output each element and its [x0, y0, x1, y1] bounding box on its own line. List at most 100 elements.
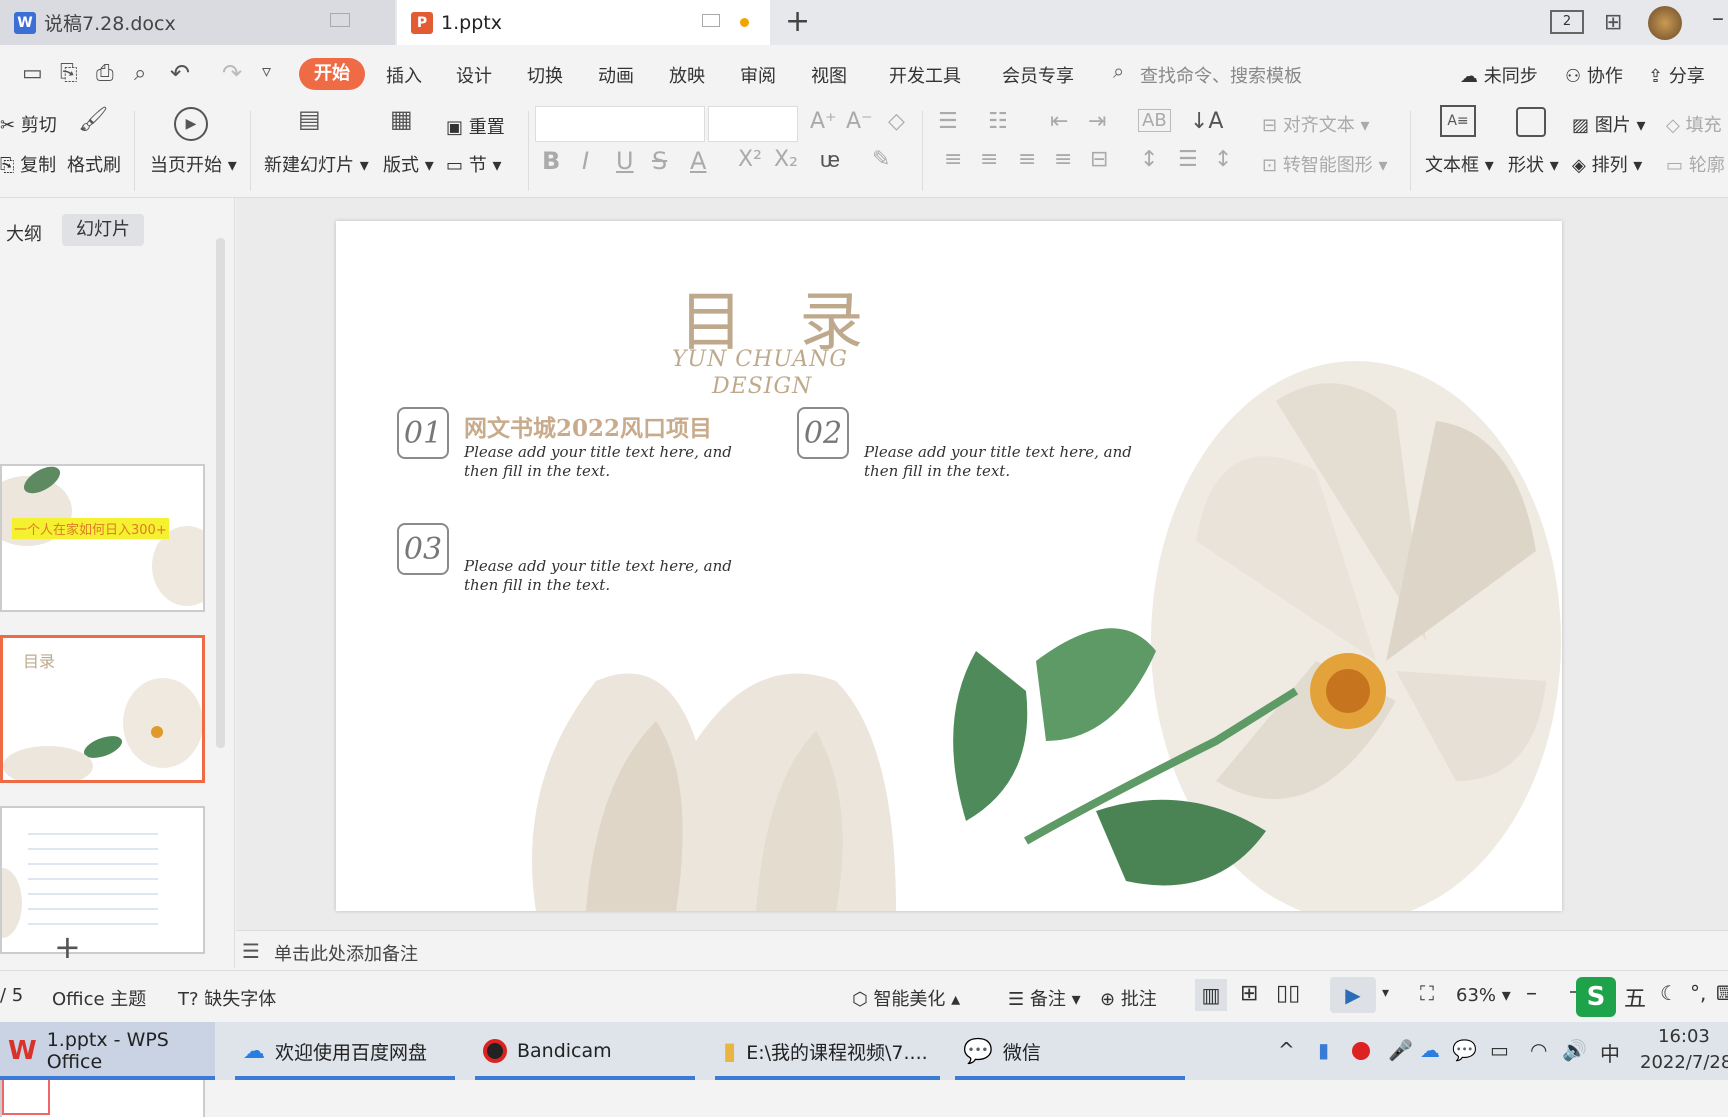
sogou-ime-icon[interactable]: S: [1576, 977, 1616, 1017]
sorter-view-icon[interactable]: ⊞: [1240, 981, 1258, 1006]
comment-button[interactable]: ⊕ 批注: [1100, 985, 1157, 1011]
font-size-select[interactable]: [708, 106, 798, 142]
punctuation-icon[interactable]: °,: [1690, 981, 1706, 1005]
missing-font-button[interactable]: T? 缺失字体: [178, 985, 276, 1011]
taskbar-explorer[interactable]: ▮ E:\我的课程视频\7....: [715, 1022, 940, 1080]
tray-expand-icon[interactable]: ^: [1278, 1038, 1295, 1062]
menu-view[interactable]: 视图: [811, 62, 847, 88]
customize-toolbar-icon[interactable]: ▿: [262, 61, 271, 82]
menu-member[interactable]: 会员专享: [1002, 62, 1074, 88]
fit-window-icon[interactable]: ⛶: [1420, 981, 1434, 1005]
sync-status[interactable]: ☁ 未同步: [1460, 62, 1538, 88]
zoom-out-icon[interactable]: –: [1526, 981, 1537, 1006]
menu-animation[interactable]: 动画: [598, 62, 634, 88]
fill-button[interactable]: ◇ 填充: [1666, 111, 1722, 137]
font-decrease-icon[interactable]: A⁻: [846, 109, 873, 134]
subscript-icon[interactable]: X₂: [774, 147, 798, 172]
taskbar-baidu[interactable]: ☁ 欢迎使用百度网盘: [235, 1022, 455, 1080]
redo-icon[interactable]: ↷: [222, 59, 242, 87]
menu-developer[interactable]: 开发工具: [889, 62, 961, 88]
smart-art-button[interactable]: ⊡ 转智能图形 ▾: [1262, 151, 1388, 177]
notes-toggle-button[interactable]: ☰ 备注 ▾: [1008, 985, 1081, 1011]
tab-docx[interactable]: W 说稿7.28.docx: [0, 0, 395, 45]
font-color-icon[interactable]: A: [690, 147, 706, 175]
align-text-button[interactable]: ⊟ 对齐文本 ▾: [1262, 111, 1370, 137]
collab-button[interactable]: ⚇ 协作: [1565, 62, 1623, 88]
reading-view-icon[interactable]: ▯▯: [1276, 981, 1300, 1006]
slide-thumbnail-2-selected[interactable]: 目录: [0, 635, 205, 783]
undo-icon[interactable]: ↶: [170, 59, 190, 87]
normal-view-icon[interactable]: ▥: [1195, 979, 1227, 1011]
slideshow-play-icon[interactable]: ▶: [1330, 977, 1376, 1013]
cut-button[interactable]: ✂ 剪切: [0, 111, 57, 137]
minimize-icon[interactable]: –: [1712, 4, 1724, 32]
textbox-button[interactable]: 文本框 ▾: [1425, 151, 1494, 177]
strikethrough-icon[interactable]: S: [652, 147, 667, 175]
theme-label[interactable]: Office 主题: [52, 985, 146, 1011]
tab-outline[interactable]: 大纲: [6, 220, 42, 246]
font-increase-icon[interactable]: A⁺: [810, 109, 837, 134]
align-center-icon[interactable]: ≡: [980, 147, 998, 172]
ime-wubi-icon[interactable]: 五: [1624, 981, 1646, 1013]
taskbar-wps[interactable]: W 1.pptx - WPS Office: [0, 1022, 215, 1080]
slide-thumbnail-3[interactable]: [0, 806, 205, 954]
print-preview-icon[interactable]: ⌕: [134, 61, 146, 86]
decrease-indent-icon[interactable]: ⇤: [1050, 109, 1068, 134]
line-spacing-icon[interactable]: ↕: [1140, 147, 1158, 172]
align-left-icon[interactable]: ≡: [944, 147, 962, 172]
layout-button[interactable]: 版式 ▾: [383, 151, 434, 177]
play-current-button[interactable]: 当页开始 ▾: [150, 151, 237, 177]
reset-button[interactable]: ▣ 重置: [446, 113, 505, 139]
menu-slideshow[interactable]: 放映: [669, 62, 705, 88]
copy-button[interactable]: ⎘ 复制: [0, 151, 56, 177]
save-icon[interactable]: ▭: [22, 61, 43, 86]
notes-bar[interactable]: ☰ 单击此处添加备注: [236, 930, 1728, 970]
ime-settings-icon[interactable]: ⌨: [1716, 981, 1728, 1005]
wechat-tray-icon[interactable]: 💬: [1452, 1038, 1477, 1062]
record-tray-icon[interactable]: [1352, 1042, 1370, 1060]
new-tab-plus-icon[interactable]: +: [785, 4, 810, 39]
italic-icon[interactable]: I: [582, 147, 589, 175]
avatar[interactable]: [1648, 6, 1682, 40]
new-slide-button[interactable]: 新建幻灯片 ▾: [264, 151, 369, 177]
wifi-icon[interactable]: ◠: [1530, 1038, 1547, 1062]
taskbar-wechat[interactable]: 💬 微信: [955, 1022, 1185, 1080]
beautify-button[interactable]: ⬡ 智能美化 ▴: [852, 985, 960, 1011]
arrange-button[interactable]: ◈ 排列 ▾: [1572, 151, 1642, 177]
font-family-select[interactable]: [535, 106, 705, 142]
microphone-icon[interactable]: 🎤: [1388, 1038, 1413, 1062]
picture-button[interactable]: ▨ 图片 ▾: [1572, 111, 1646, 137]
moon-icon[interactable]: ☾: [1660, 981, 1678, 1005]
column-icon[interactable]: ↕: [1214, 147, 1232, 172]
print-icon[interactable]: ⎙: [96, 61, 114, 86]
format-painter-button[interactable]: 格式刷: [67, 151, 121, 177]
menu-transition[interactable]: 切换: [527, 62, 563, 88]
eraser-icon[interactable]: ◇: [888, 109, 905, 134]
slide[interactable]: 目 录 YUN CHUANG DESIGN 01 网文书城2022风口项目 Pl…: [336, 221, 1562, 911]
paragraph-spacing-icon[interactable]: ☰: [1178, 147, 1198, 172]
justify-icon[interactable]: ≡: [1054, 147, 1072, 172]
export-icon[interactable]: ⎘: [60, 61, 78, 86]
grid-apps-icon[interactable]: ⊞: [1604, 10, 1622, 35]
share-button[interactable]: ⇪ 分享: [1648, 62, 1705, 88]
menu-review[interactable]: 审阅: [740, 62, 776, 88]
sort-icon[interactable]: ↓A: [1190, 109, 1223, 134]
phonetic-icon[interactable]: ᵫ: [820, 147, 840, 173]
thumbnail-scrollbar[interactable]: [216, 238, 225, 748]
text-direction-icon[interactable]: AB: [1138, 109, 1171, 132]
align-right-icon[interactable]: ≡: [1018, 147, 1036, 172]
shape-button[interactable]: 形状 ▾: [1508, 151, 1559, 177]
notes-placeholder[interactable]: 单击此处添加备注: [274, 940, 418, 966]
menu-insert[interactable]: 插入: [386, 62, 422, 88]
superscript-icon[interactable]: X²: [738, 147, 762, 172]
window-layout-icon[interactable]: 2: [1550, 10, 1584, 34]
tab-pptx[interactable]: P 1.pptx: [397, 0, 770, 45]
numbered-list-icon[interactable]: ☷: [988, 109, 1008, 134]
usb-icon[interactable]: ▮: [1318, 1038, 1329, 1062]
underline-icon[interactable]: U: [616, 147, 634, 175]
clock-date[interactable]: 2022/7/28: [1640, 1052, 1728, 1073]
bullet-list-icon[interactable]: ☰: [938, 109, 958, 134]
outline-button[interactable]: ▭ 轮廓: [1666, 151, 1725, 177]
distribute-icon[interactable]: ⊟: [1090, 147, 1108, 172]
bold-icon[interactable]: B: [542, 147, 560, 175]
